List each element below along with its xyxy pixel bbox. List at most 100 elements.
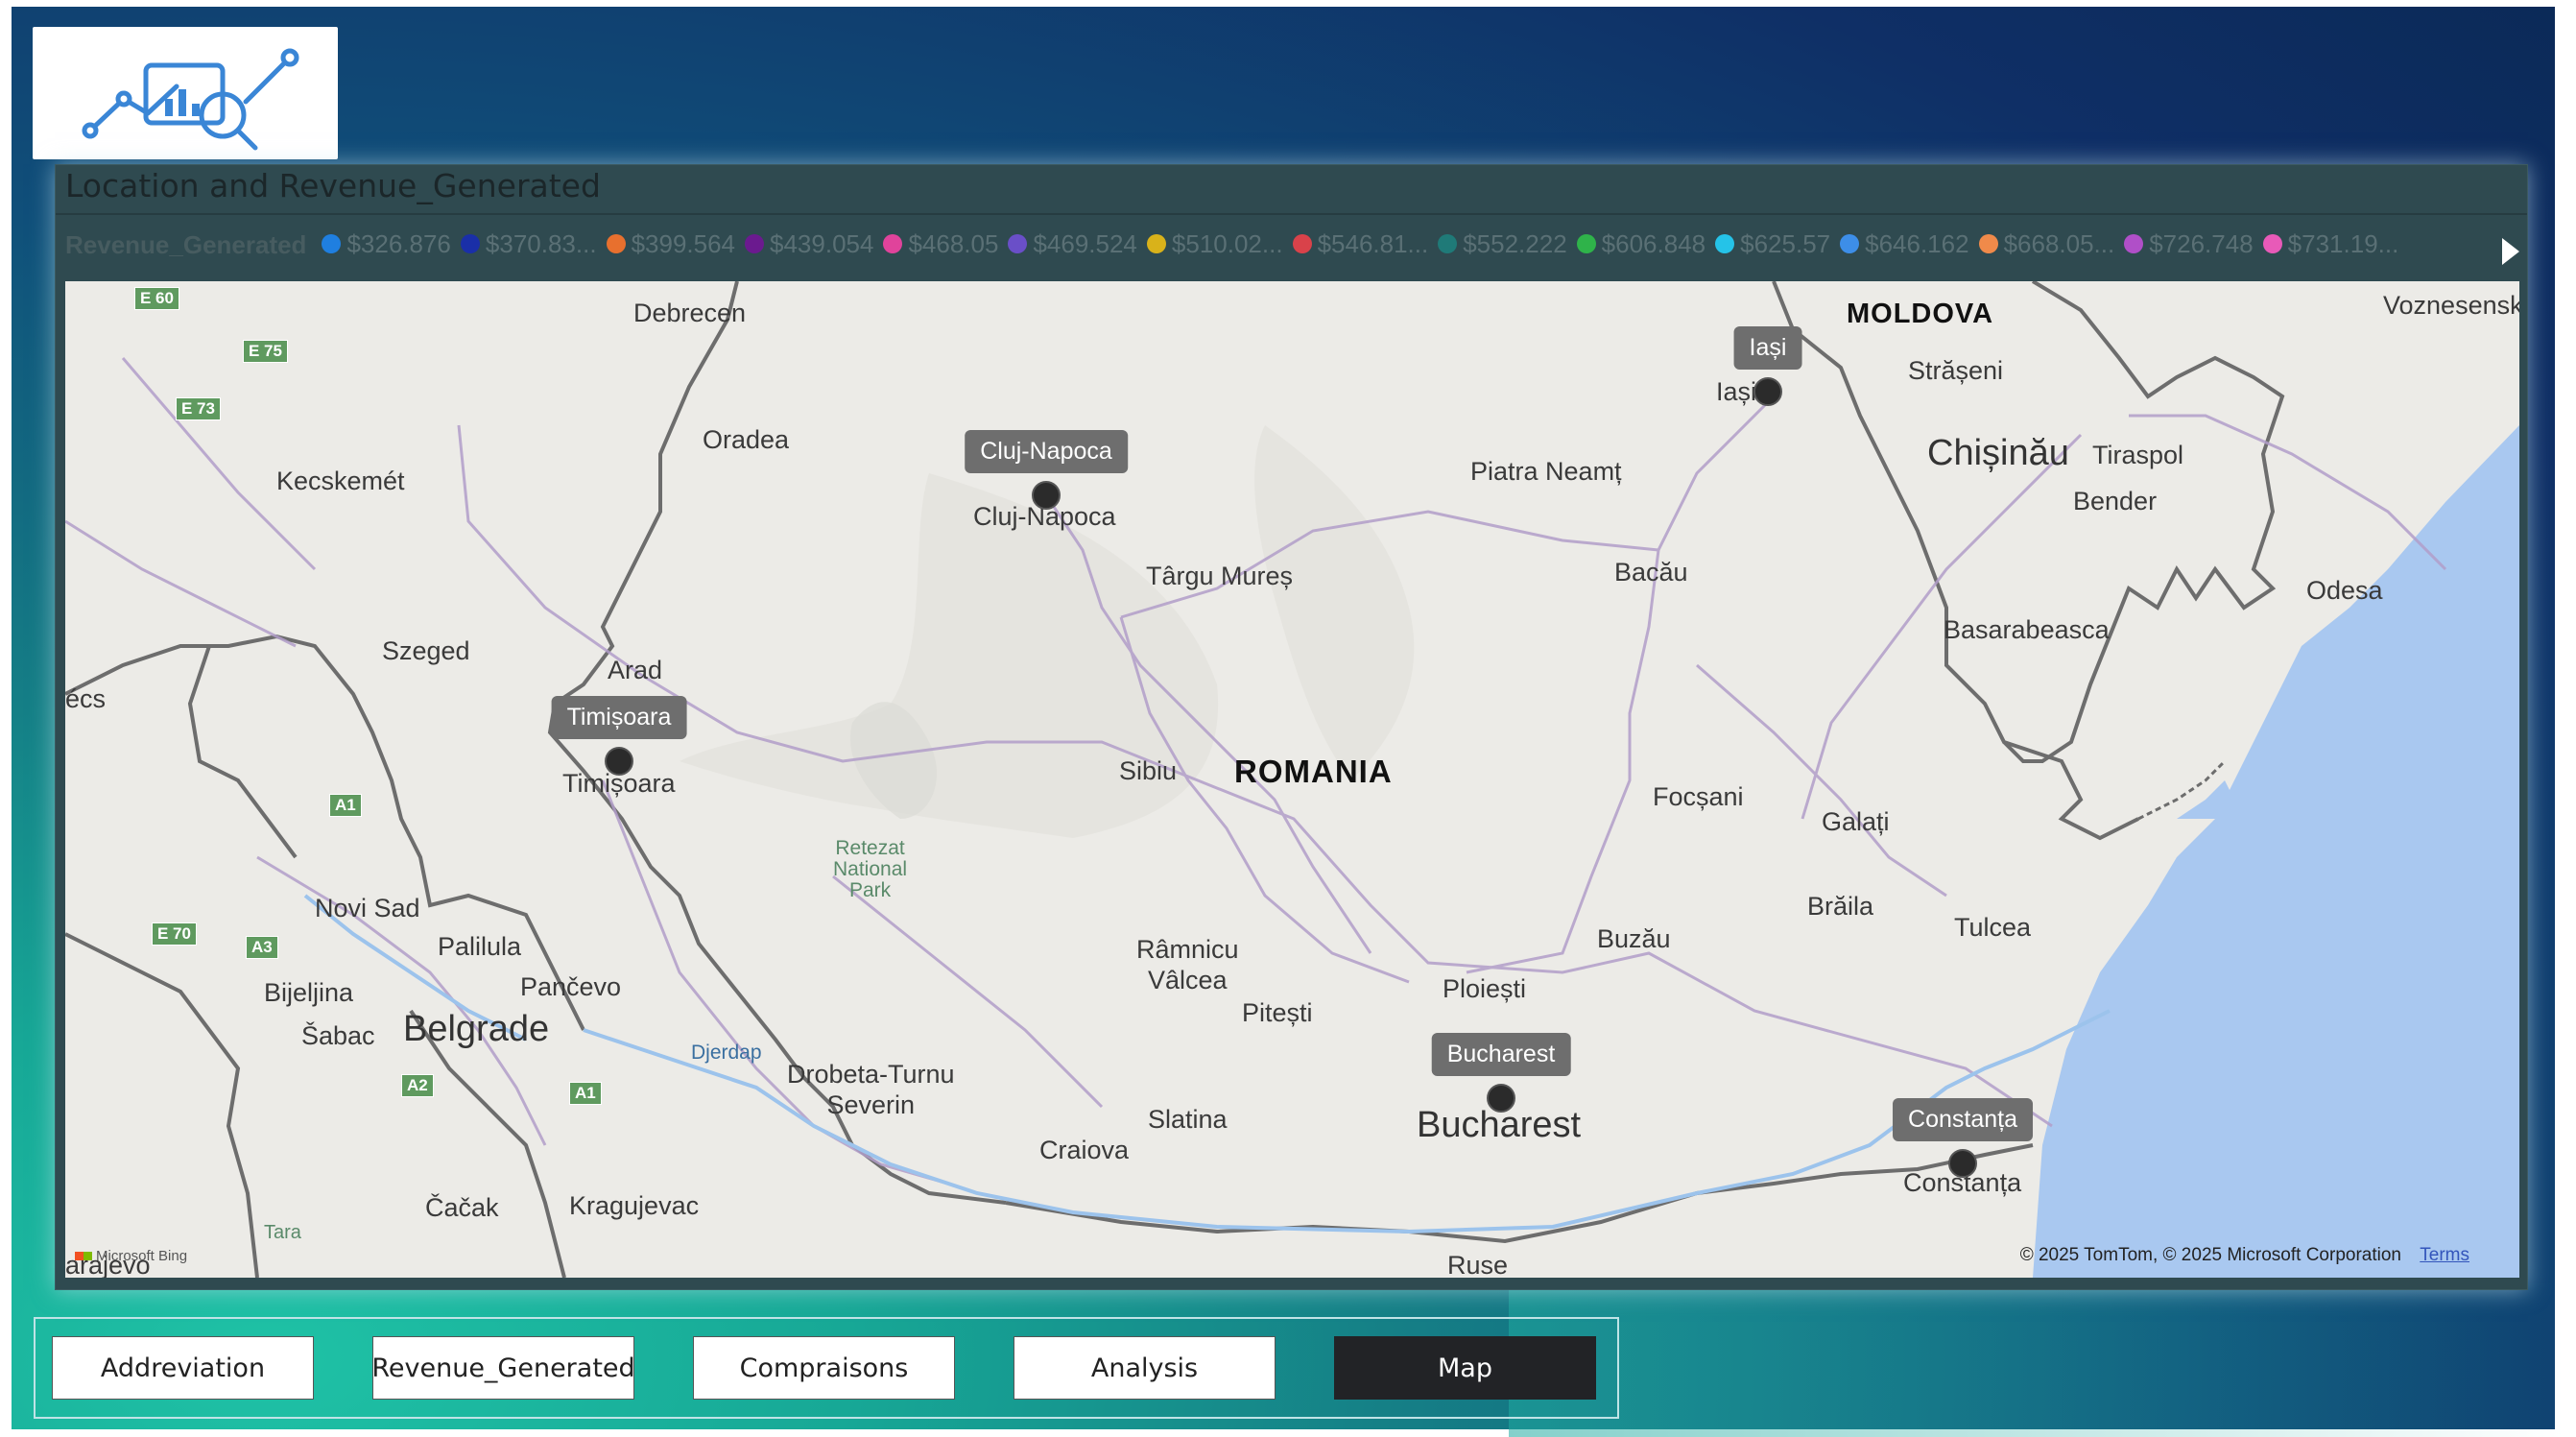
label-belgrade: Belgrade [403, 1009, 550, 1049]
legend-item[interactable]: $625.57 [1715, 229, 1830, 259]
legend-item[interactable]: $439.054 [745, 229, 873, 259]
nav-button-revenue-generated[interactable]: Revenue_Generated [371, 1336, 635, 1400]
legend-item[interactable]: $726.748 [2124, 228, 2254, 259]
marker-tooltip-iasi: Iași [1733, 326, 1802, 370]
label-iasi: Iași [1716, 377, 1757, 406]
page-navigation: Addreviation Revenue_Generated Compraiso… [34, 1317, 1619, 1419]
label-bacau: Bacău [1614, 558, 1688, 587]
legend-label: $668.05... [2003, 228, 2115, 258]
legend: Revenue_Generated $326.876 $370.83... $399… [65, 228, 2493, 261]
legend-swatch [1840, 234, 1860, 254]
label-retezat-park: Retezat National Park [833, 837, 908, 901]
road-shield-a3: A3 [246, 936, 278, 959]
marker-tooltip-constanta: Constanța [1893, 1098, 2033, 1141]
legend-item[interactable]: $399.564 [606, 229, 735, 259]
label-pancevo: Pančevo [520, 972, 622, 1001]
legend-label: $510.02... [1171, 228, 1283, 258]
legend-label: $439.054 [770, 228, 874, 258]
legend-swatch [460, 234, 480, 254]
background-glow [1509, 1283, 2564, 1437]
nav-button-compraisons[interactable]: Compraisons [693, 1336, 955, 1400]
legend-swatch [606, 234, 626, 254]
label-slatina: Slatina [1148, 1105, 1228, 1134]
label-tara: Tara [264, 1222, 301, 1243]
legend-swatch [2262, 234, 2282, 254]
analytics-logo-icon [33, 27, 338, 159]
legend-swatch [1438, 234, 1458, 254]
title-divider [56, 213, 2527, 215]
legend-item[interactable]: $326.876 [322, 228, 451, 259]
road-shield-e60: E 60 [134, 287, 179, 310]
legend-swatch [1292, 234, 1312, 254]
legend-label: $370.83... [485, 228, 597, 258]
attribution-text: © 2025 TomTom, © 2025 Microsoft Corporat… [2019, 1245, 2401, 1265]
legend-item[interactable]: $646.162 [1840, 228, 1969, 259]
label-ramnicu-valcea: Râmnicu Vâlcea [1136, 935, 1239, 994]
legend-swatch [745, 234, 765, 254]
legend-label: $468.05 [908, 228, 999, 258]
label-chisinau: Chișinău [1927, 433, 2069, 473]
legend-label: $646.162 [1865, 228, 1969, 258]
legend-swatch [883, 234, 903, 254]
legend-item[interactable]: $469.524 [1008, 228, 1137, 259]
legend-label: $606.848 [1601, 228, 1706, 258]
label-cacak: Čačak [425, 1193, 499, 1222]
marker-bucharest[interactable] [1487, 1084, 1515, 1113]
legend-swatch [1576, 234, 1596, 254]
terms-link[interactable]: Terms [2420, 1245, 2469, 1265]
legend-item[interactable]: $468.05 [883, 229, 998, 259]
visual-title: Location and Revenue_Generated [65, 167, 601, 204]
legend-label: $546.81... [1317, 228, 1429, 258]
legend-item[interactable]: $546.81... [1292, 228, 1429, 259]
legend-item[interactable]: $606.848 [1576, 228, 1706, 259]
label-ruse: Ruse [1447, 1251, 1509, 1278]
map-attribution: © 2025 TomTom, © 2025 Microsoft Corporat… [2020, 1245, 2469, 1266]
label-sabac: Šabac [301, 1021, 375, 1050]
label-kecskemet: Kecskemét [276, 467, 405, 495]
label-piatra-neamt: Piatra Neamț [1470, 457, 1622, 486]
legend-next-arrow-icon[interactable] [2502, 238, 2519, 265]
legend-swatch [1008, 234, 1028, 254]
label-craiova: Craiova [1039, 1136, 1130, 1164]
label-pitesti: Pitești [1242, 998, 1313, 1027]
marker-constanta[interactable] [1948, 1149, 1977, 1178]
legend-label: $469.524 [1033, 228, 1137, 258]
legend-swatch [322, 234, 342, 254]
road-shield-e75: E 75 [243, 340, 288, 363]
legend-item[interactable]: $552.222 [1438, 228, 1567, 259]
label-romania: ROMANIA [1234, 754, 1393, 789]
legend-label: $726.748 [2149, 228, 2254, 258]
bing-logo: Microsoft Bing [75, 1248, 187, 1264]
nav-button-addreviation[interactable]: Addreviation [52, 1336, 314, 1400]
label-basarabeasca: Basarabeasca [1944, 615, 2110, 644]
map-visual: Location and Revenue_Generated Revenue_G… [55, 164, 2528, 1290]
label-focsani: Focșani [1653, 782, 1744, 811]
marker-iasi[interactable] [1753, 377, 1782, 406]
nav-button-map[interactable]: Map [1334, 1336, 1596, 1400]
label-novi-sad: Novi Sad [315, 894, 420, 922]
label-debrecen: Debrecen [633, 299, 747, 327]
label-targu-mures: Târgu Mureș [1146, 562, 1294, 590]
marker-cluj-napoca[interactable] [1032, 481, 1061, 510]
legend-label: $731.19... [2287, 228, 2399, 258]
legend-item[interactable]: $370.83... [460, 228, 597, 259]
marker-tooltip-timisoara: Timișoara [551, 696, 687, 739]
nav-button-analysis[interactable]: Analysis [1014, 1336, 1276, 1400]
marker-tooltip-cluj-napoca: Cluj-Napoca [965, 430, 1128, 473]
label-pecs: écs [65, 684, 107, 713]
legend-item[interactable]: $668.05... [1978, 228, 2115, 259]
label-galati: Galați [1822, 807, 1890, 836]
legend-label: $625.57 [1740, 228, 1831, 258]
legend-label: $326.876 [346, 228, 451, 258]
road-shield-a1: A1 [329, 794, 362, 817]
marker-timisoara[interactable] [605, 747, 633, 776]
map-canvas[interactable]: E 60 E 75 E 73 A1 E 70 A3 A2 A1 ROMANIA … [65, 281, 2519, 1278]
label-szeged: Szeged [382, 636, 470, 665]
label-tulcea: Tulcea [1954, 913, 2032, 942]
label-kragujevac: Kragujevac [569, 1191, 700, 1220]
label-djerdap: Djerdap [691, 1042, 762, 1064]
road-shield-e73: E 73 [176, 397, 221, 420]
legend-item[interactable]: $510.02... [1146, 228, 1283, 259]
legend-item[interactable]: $731.19... [2262, 228, 2399, 259]
legend-label: $552.222 [1463, 228, 1567, 258]
